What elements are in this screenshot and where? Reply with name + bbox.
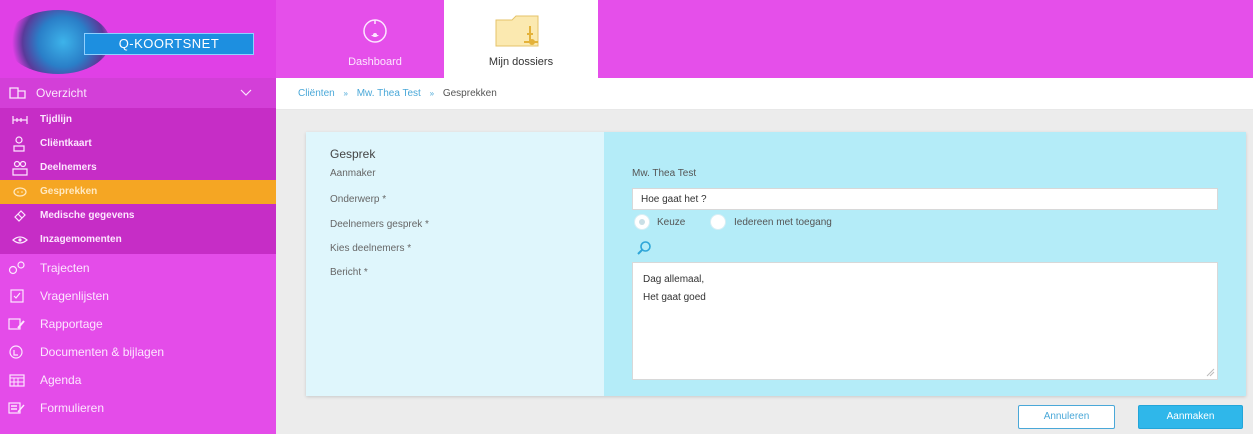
- create-button[interactable]: Aanmaken: [1138, 405, 1243, 429]
- sidebar-item-label: Agenda: [40, 373, 82, 387]
- sidebar-item-label: Rapportage: [40, 317, 103, 331]
- sidebar-item-overzicht[interactable]: Overzicht: [0, 78, 276, 108]
- message-textarea[interactable]: Dag allemaal, Het gaat goed: [632, 262, 1218, 380]
- sidebar-item-label: Tijdlijn: [40, 114, 73, 125]
- sidebar-item-documenten-bijlagen[interactable]: Documenten & bijlagen: [0, 338, 276, 366]
- breadcrumb-client-name[interactable]: Mw. Thea Test: [357, 88, 421, 99]
- form-heading: Gesprek: [330, 147, 376, 161]
- sidebar-item-label: Cliëntkaart: [40, 138, 92, 149]
- overzicht-submenu: Tijdlijn Cliëntkaart Deelnemers Gesprekk…: [0, 108, 276, 254]
- breadcrumb-current: Gesprekken: [442, 88, 497, 99]
- report-icon: [8, 318, 25, 330]
- sidebar-item-label: Overzicht: [36, 86, 87, 100]
- calendar-icon: [9, 374, 25, 387]
- sidebar-item-inzagemomenten[interactable]: Inzagemomenten: [0, 228, 276, 252]
- logo-area: Q-KOORTSNET: [0, 0, 276, 78]
- sidebar-item-label: Inzagemomenten: [40, 234, 122, 245]
- tab-dashboard-label: Dashboard: [348, 56, 402, 68]
- chevron-down-icon[interactable]: [240, 87, 252, 97]
- eye-icon: [12, 236, 28, 244]
- sidebar-item-formulieren[interactable]: Formulieren: [0, 394, 276, 422]
- trajectory-icon: [8, 261, 25, 275]
- sidebar-item-gesprekken[interactable]: Gesprekken: [0, 180, 276, 204]
- sidebar-item-agenda[interactable]: Agenda: [0, 366, 276, 394]
- sidebar-item-tijdlijn[interactable]: Tijdlijn: [0, 108, 276, 132]
- checkbox-icon: [10, 289, 24, 303]
- resize-handle-icon[interactable]: [1205, 367, 1215, 377]
- breadcrumb-separator: »: [343, 89, 348, 98]
- sidebar-item-label: Documenten & bijlagen: [40, 345, 165, 359]
- tab-dashboard[interactable]: Dashboard: [310, 0, 440, 78]
- sidebar-item-clientkaart[interactable]: Cliëntkaart: [0, 132, 276, 156]
- folder-icon: [495, 15, 539, 47]
- sidebar-item-label: Formulieren: [40, 401, 105, 415]
- documents-icon: [9, 345, 23, 359]
- sidebar-item-label: Deelnemers: [40, 162, 97, 173]
- overview-icon: [9, 87, 26, 99]
- medical-icon: [14, 210, 26, 222]
- message-line: Het gaat goed: [643, 292, 706, 303]
- radio-keuze-label[interactable]: Keuze: [657, 217, 685, 228]
- label-bericht: Bericht *: [330, 267, 368, 278]
- sidebar: Overzicht Tijdlijn Cliëntkaart Deelnemer…: [0, 78, 276, 434]
- radio-iedereen-label[interactable]: Iedereen met toegang: [734, 217, 832, 228]
- aanmaker-value: Mw. Thea Test: [632, 168, 697, 179]
- logo-text[interactable]: Q-KOORTSNET: [84, 33, 254, 55]
- radio-iedereen-met-toegang[interactable]: [710, 214, 726, 230]
- sidebar-item-label: Trajecten: [40, 261, 90, 275]
- radio-keuze[interactable]: [634, 214, 650, 230]
- sidebar-item-rapportage[interactable]: Rapportage: [0, 310, 276, 338]
- label-onderwerp: Onderwerp *: [330, 194, 387, 205]
- participants-icon: [12, 160, 28, 176]
- tab-mijn-dossiers-label: Mijn dossiers: [488, 56, 554, 68]
- label-aanmaker: Aanmaker: [330, 168, 376, 179]
- sidebar-item-trajecten[interactable]: Trajecten: [0, 254, 276, 282]
- search-icon[interactable]: [636, 240, 652, 256]
- sidebar-item-label: Medische gegevens: [40, 210, 135, 221]
- sidebar-item-deelnemers[interactable]: Deelnemers: [0, 156, 276, 180]
- client-card-icon: [13, 136, 25, 152]
- sidebar-item-vragenlijsten[interactable]: Vragenlijsten: [0, 282, 276, 310]
- subject-input[interactable]: [632, 188, 1218, 210]
- label-kies-deelnemers: Kies deelnemers *: [330, 243, 412, 254]
- breadcrumb-separator: »: [429, 89, 435, 98]
- sidebar-item-label: Gesprekken: [40, 186, 98, 197]
- dashboard-gauge-icon: [363, 19, 387, 43]
- label-deelnemers-gesprek: Deelnemers gesprek *: [330, 219, 429, 230]
- breadcrumb: Cliënten » Mw. Thea Test » Gesprekken: [276, 78, 1253, 110]
- timeline-icon: [12, 116, 28, 124]
- cancel-button[interactable]: Annuleren: [1018, 405, 1115, 429]
- tab-mijn-dossiers[interactable]: Mijn dossiers: [444, 0, 598, 78]
- sidebar-item-label: Vragenlijsten: [40, 289, 109, 303]
- sidebar-item-medische-gegevens[interactable]: Medische gegevens: [0, 204, 276, 228]
- breadcrumb-clienten[interactable]: Cliënten: [298, 88, 335, 99]
- message-line: Dag allemaal,: [643, 274, 705, 285]
- form-icon: [8, 402, 25, 414]
- conversation-icon: [13, 187, 27, 197]
